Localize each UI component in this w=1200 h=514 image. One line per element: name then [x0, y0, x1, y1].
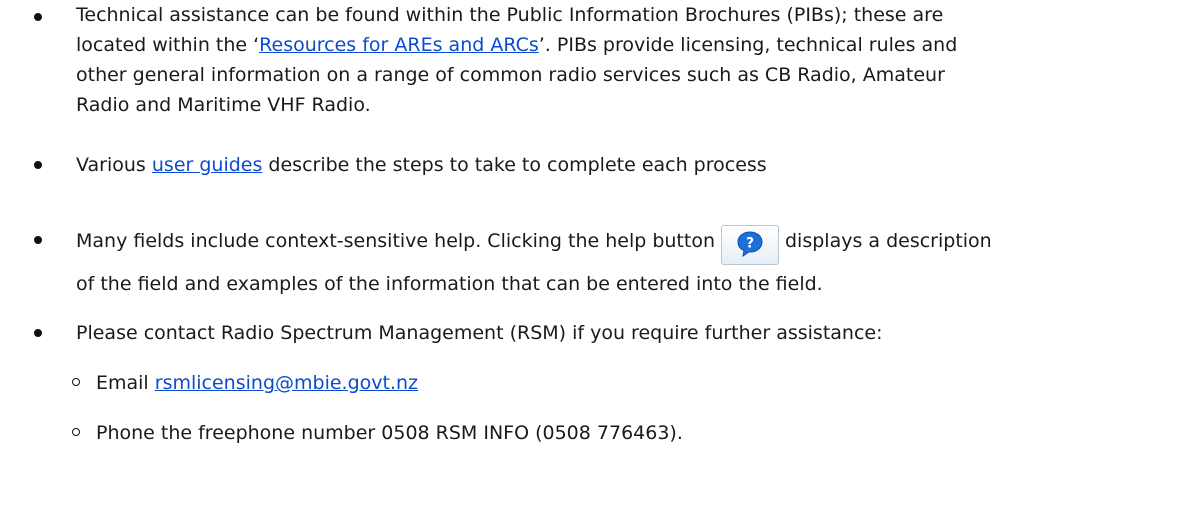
paragraph-text: displays a description [785, 230, 992, 252]
paragraph-line: Phone the freephone number 0508 RSM INFO… [96, 422, 683, 444]
paragraph-text: located within the ‘ [76, 34, 260, 56]
bullet-icon [34, 236, 42, 244]
help-question-icon: ? [737, 231, 763, 258]
paragraph-line: Radio and Maritime VHF Radio. [76, 94, 371, 116]
help-button[interactable]: ? [721, 225, 779, 265]
paragraph-line: other general information on a range of … [76, 64, 945, 86]
resources-link[interactable]: Resources for AREs and ARCs [259, 34, 539, 56]
circle-bullet-icon [72, 378, 80, 386]
bullet-icon [34, 161, 42, 169]
svg-text:?: ? [746, 236, 754, 252]
bullet-icon [34, 329, 42, 337]
help-document: Technical assistance can be found within… [0, 0, 1200, 514]
paragraph-text: Many fields include context-sensitive he… [76, 230, 715, 252]
paragraph-text: ’. PIBs provide licensing, technical rul… [538, 34, 958, 56]
bullet-icon [34, 13, 42, 21]
paragraph-line: Technical assistance can be found within… [76, 4, 944, 26]
paragraph-text: describe the steps to take to complete e… [262, 154, 767, 176]
paragraph-line: of the field and examples of the informa… [76, 273, 823, 295]
paragraph-line: Please contact Radio Spectrum Management… [76, 322, 883, 344]
user-guides-link[interactable]: user guides [152, 154, 263, 176]
email-link[interactable]: rsmlicensing@mbie.govt.nz [155, 372, 418, 394]
circle-bullet-icon [72, 428, 80, 436]
paragraph-text: Various [76, 154, 152, 176]
paragraph-text: Email [96, 372, 155, 394]
